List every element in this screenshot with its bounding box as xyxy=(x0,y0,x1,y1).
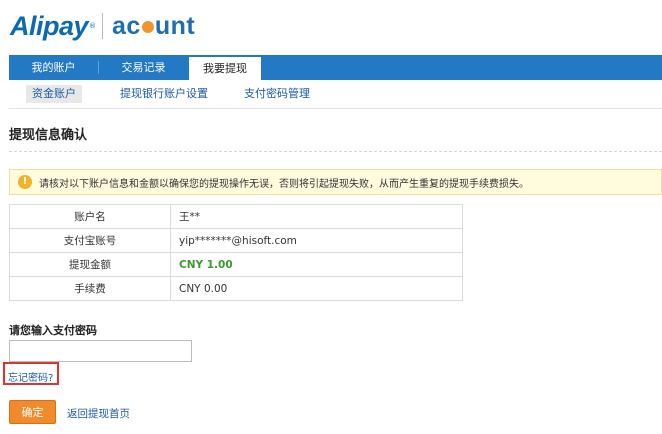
tab-transactions[interactable]: 交易记录 xyxy=(98,55,189,80)
table-row: 手续费 CNY 0.00 xyxy=(9,276,463,301)
warning-icon: ! xyxy=(18,175,32,189)
fee-label: 手续费 xyxy=(9,276,171,301)
fee-value: CNY 0.00 xyxy=(170,276,463,301)
confirm-button[interactable]: 确定 xyxy=(9,400,56,424)
withdrawal-info-table: 账户名 王** 支付宝账号 yip*******@hisoft.com 提现金额… xyxy=(9,204,463,301)
account-logo-text-end: unt xyxy=(154,11,196,40)
divider xyxy=(9,151,662,152)
password-label: 请您输入支付密码 xyxy=(9,324,97,337)
tab-withdraw[interactable]: 我要提现 xyxy=(189,57,261,80)
withdraw-amount-label: 提现金额 xyxy=(9,252,171,277)
subnav-password-management[interactable]: 支付密码管理 xyxy=(238,85,316,103)
notice-text: 请核对以下账户信息和金额以确保您的提现操作无误，否则将引起提现失败，从而产生重复… xyxy=(39,179,529,190)
table-row: 账户名 王** xyxy=(9,204,463,229)
payment-password-input[interactable] xyxy=(9,340,192,362)
table-row: 支付宝账号 yip*******@hisoft.com xyxy=(9,228,463,253)
sub-nav: 资金账户 提现银行账户设置 支付密码管理 xyxy=(9,80,662,109)
back-to-withdraw-link[interactable]: 返回提现首页 xyxy=(67,406,130,421)
subnav-bank-settings[interactable]: 提现银行账户设置 xyxy=(114,85,214,103)
tab-my-account[interactable]: 我的账户 xyxy=(9,55,98,80)
trademark-mark: ® xyxy=(89,22,97,30)
alipay-account-label: 支付宝账号 xyxy=(9,228,171,253)
page-title: 提现信息确认 xyxy=(9,128,88,143)
subnav-fund-account[interactable]: 资金账户 xyxy=(26,85,82,103)
logo: Alipay ® ac unt xyxy=(10,6,195,46)
withdraw-amount-value: CNY 1.00 xyxy=(170,252,463,277)
account-name-value: 王** xyxy=(170,204,463,229)
warning-notice: ! 请核对以下账户信息和金额以确保您的提现操作无误，否则将引起提现失败，从而产生… xyxy=(9,169,662,195)
account-logo: ac unt xyxy=(112,12,195,41)
account-name-label: 账户名 xyxy=(9,204,171,229)
main-nav: 我的账户 交易记录 我要提现 xyxy=(9,55,662,80)
table-row: 提现金额 CNY 1.00 xyxy=(9,252,463,277)
alipay-logo-text: Alipay xyxy=(10,10,89,41)
dot-icon xyxy=(141,21,154,33)
logo-divider xyxy=(102,13,104,39)
account-logo-text-start: ac xyxy=(112,11,141,40)
forgot-password-link[interactable]: 忘记密码? xyxy=(8,369,53,384)
alipay-account-value: yip*******@hisoft.com xyxy=(170,228,463,253)
